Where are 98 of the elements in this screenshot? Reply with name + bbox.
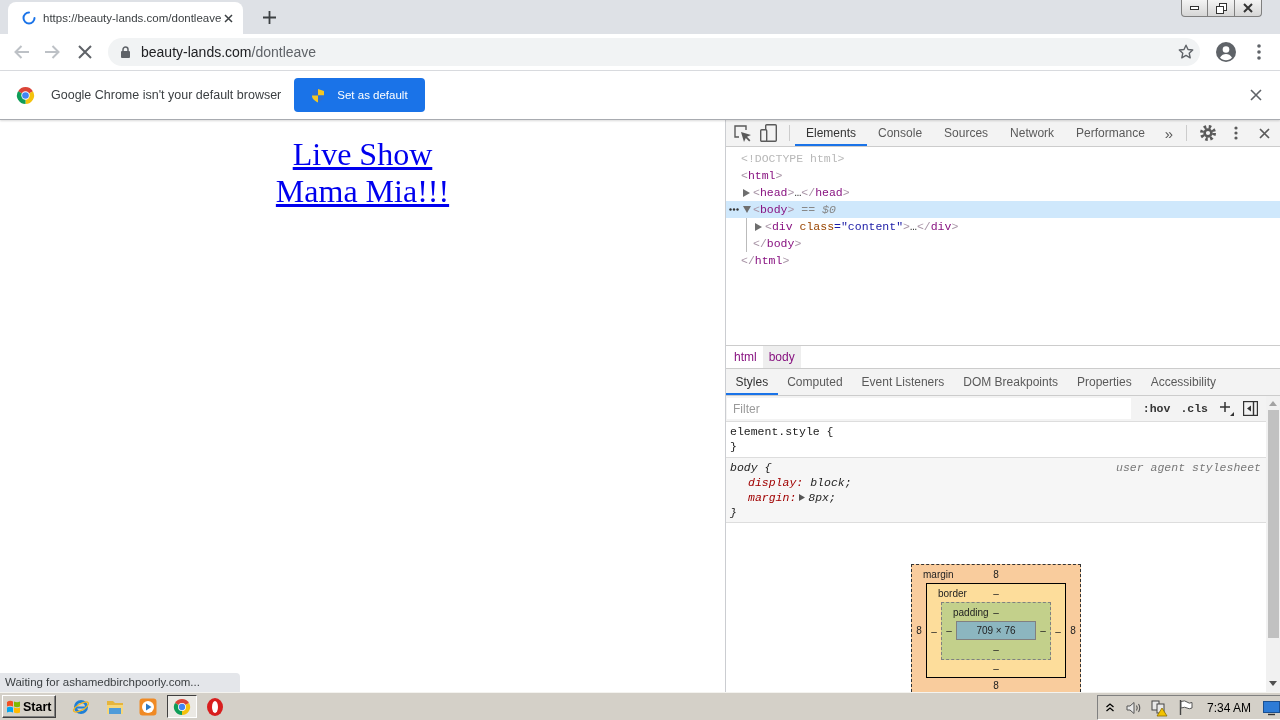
minimize-icon (1190, 6, 1199, 10)
element-state-button[interactable]: :hov (1136, 398, 1176, 419)
box-value: – (993, 587, 999, 599)
close-icon (224, 13, 234, 23)
double-chevron-icon[interactable] (1105, 703, 1114, 712)
box-label: border (938, 587, 967, 599)
css-property[interactable]: margin: (748, 491, 797, 504)
dom-node-text[interactable]: <html> (741, 169, 783, 182)
dom-node-text[interactable]: <div class="content">…</div> (765, 220, 959, 233)
flag-icon[interactable] (1178, 700, 1193, 715)
scroll-up-icon (1269, 401, 1277, 406)
vertical-dots-icon (1234, 126, 1238, 140)
infobar-close-button[interactable] (1248, 87, 1264, 103)
sidebar-tab[interactable]: Properties (1067, 369, 1142, 395)
restore-icon (1215, 2, 1227, 14)
dom-node-text[interactable]: <body> == $0 (753, 203, 836, 216)
flag-logo-icon (6, 699, 21, 714)
infobar-message: Google Chrome isn't your default browser (51, 88, 282, 102)
stylesheet-source[interactable]: user agent stylesheet (1116, 461, 1261, 474)
css-selector: body { (730, 461, 772, 474)
box-value: 8 (916, 625, 922, 636)
monitor-icon[interactable] (1263, 700, 1280, 715)
forward-arrow-icon (45, 44, 61, 60)
browser-logo-icon (173, 697, 191, 716)
dom-node-text[interactable]: </html> (741, 254, 790, 267)
vertical-dots-icon (1257, 44, 1261, 60)
dom-node-text[interactable]: </body> (753, 237, 802, 250)
content-box: 709 × 76 (956, 621, 1036, 640)
taskbar-button[interactable] (167, 695, 197, 718)
shield-icon (311, 87, 326, 103)
sidebar-tab[interactable]: Event Listeners (852, 369, 954, 395)
close-icon (1258, 127, 1270, 139)
box-label: padding (953, 606, 989, 618)
filter-field[interactable]: Filter (727, 398, 1131, 419)
devtools-tab[interactable]: Network (999, 120, 1066, 146)
breadcrumb[interactable]: html (728, 346, 763, 368)
box-value: – (993, 663, 999, 674)
class-button[interactable]: .cls (1175, 398, 1214, 419)
box-value: – (1040, 625, 1046, 636)
css-value[interactable]: block; (810, 476, 852, 489)
box-value: 8 (993, 679, 999, 691)
box-label: margin (923, 568, 954, 580)
account-icon (1216, 42, 1236, 62)
devtools-tab[interactable]: Console (867, 120, 934, 146)
browser-logo-icon (16, 85, 35, 105)
sidebar-tab[interactable]: Computed (777, 369, 853, 395)
window-close-button[interactable] (1235, 0, 1262, 17)
close-icon (1250, 89, 1262, 101)
cursor-in-box-icon (733, 124, 751, 142)
sidebar-tab[interactable]: Styles (726, 369, 778, 395)
plus-icon (1218, 401, 1234, 416)
css-value[interactable]: 8px; (808, 491, 836, 504)
address-bar[interactable]: beauty-lands.com/dontleave (108, 38, 1200, 66)
set-default-button[interactable]: Set as default (294, 78, 425, 112)
star-icon (1178, 44, 1194, 60)
box-value: – (946, 625, 952, 636)
page-link[interactable]: Mama Mia!!! (275, 173, 450, 209)
close-icon (1243, 3, 1253, 13)
more-dots-icon (728, 208, 739, 211)
css-selector: element.style { (730, 425, 834, 438)
sidebar-toggle-icon (1242, 401, 1258, 416)
browser-tab[interactable]: https://beauty-lands.com/dontleave (8, 2, 243, 34)
devices-icon (759, 124, 777, 142)
orbit-globe-icon (72, 697, 91, 716)
css-brace: } (730, 440, 737, 453)
sidebar-tab[interactable]: DOM Breakpoints (953, 369, 1068, 395)
devtools-tab[interactable]: Elements (795, 120, 868, 146)
start-button[interactable]: Start (2, 695, 57, 718)
box-value: – (993, 644, 999, 655)
box-value: 8 (1070, 625, 1076, 636)
minimize-button[interactable] (1181, 0, 1208, 17)
network-warning-icon[interactable] (1150, 699, 1168, 716)
restore-button[interactable] (1208, 0, 1235, 17)
ring-icon (207, 697, 224, 716)
clock-text[interactable]: 7:34 AM (1206, 700, 1251, 715)
highlighted-row[interactable]: <body> == $0 (726, 201, 1280, 218)
box-value: – (931, 625, 937, 637)
devtools-tab[interactable]: Sources (933, 120, 1000, 146)
box-value: – (1055, 625, 1061, 637)
box-value: – (993, 606, 999, 618)
gear-icon (1200, 125, 1216, 141)
dom-node-text[interactable]: <head>…</head> (753, 186, 850, 199)
page-link[interactable]: Live Show (292, 136, 433, 172)
back-arrow-icon (13, 44, 29, 60)
folder-icon (106, 698, 124, 715)
scrollbar-thumb[interactable] (1267, 410, 1279, 638)
devtools-tab[interactable]: Performance (1065, 120, 1156, 146)
status-bubble: Waiting for ashamedbirchpoorly.com... (0, 673, 240, 692)
css-property[interactable]: display: (748, 476, 804, 489)
plus-icon (262, 10, 276, 24)
box-value: 8 (993, 568, 999, 580)
breadcrumb[interactable]: body (762, 346, 801, 368)
scroll-down-icon (1269, 681, 1277, 686)
sidebar-tab[interactable]: Accessibility (1141, 369, 1226, 395)
play-icon (139, 697, 158, 716)
css-brace: } (730, 506, 737, 519)
speaker-icon[interactable] (1125, 700, 1142, 715)
more-tabs-button[interactable]: » (1155, 120, 1182, 146)
